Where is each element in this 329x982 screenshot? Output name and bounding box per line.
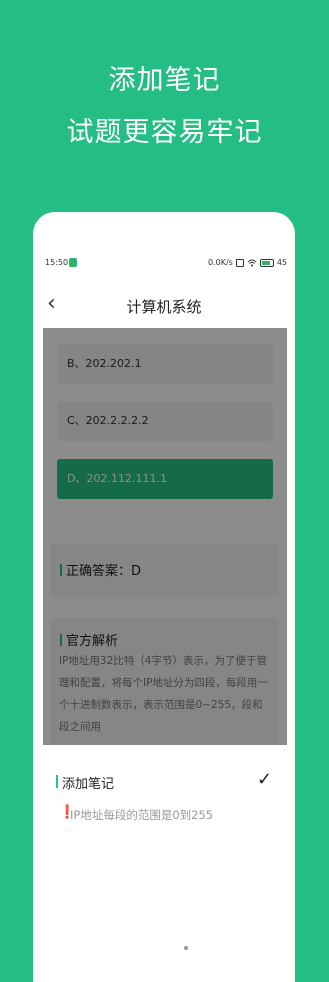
phone-frame: 15:50 0.0K/s 45 ‹ 计算机系统 B、202.202.1 C、20… [33,212,295,982]
promo-line-1: 添加笔记 [108,65,221,96]
note-input[interactable]: IP地址每段的范围是0到255 [70,807,213,823]
dim-overlay[interactable] [43,328,287,745]
question-content: B、202.202.1 C、202.2.2.2.2 D、202.112.111.… [43,328,287,745]
network-speed: 0.0K/s [207,258,233,267]
confirm-check-icon[interactable]: ✓ [257,769,272,790]
sim-icon [235,258,244,267]
notification-icon [69,258,77,267]
promo-line-2: 试题更容易牢记 [66,117,263,148]
wifi-icon [247,259,257,266]
battery-icon [259,258,274,267]
status-right: 0.0K/s 45 [208,258,287,267]
status-bar: 15:50 0.0K/s 45 [33,256,295,274]
header-bar: ‹ 计算机系统 [33,288,295,324]
add-note-title: 添加笔记 [62,777,115,792]
battery-level: 45 [276,258,287,267]
add-note-sheet: 添加笔记 ✓ ❗ IP地址每段的范围是0到255 [33,745,295,982]
status-time: 15:50 [45,258,69,267]
page-title: 计算机系统 [126,298,202,316]
note-accent-bar [56,775,58,788]
page-indicator-dot [184,946,188,950]
